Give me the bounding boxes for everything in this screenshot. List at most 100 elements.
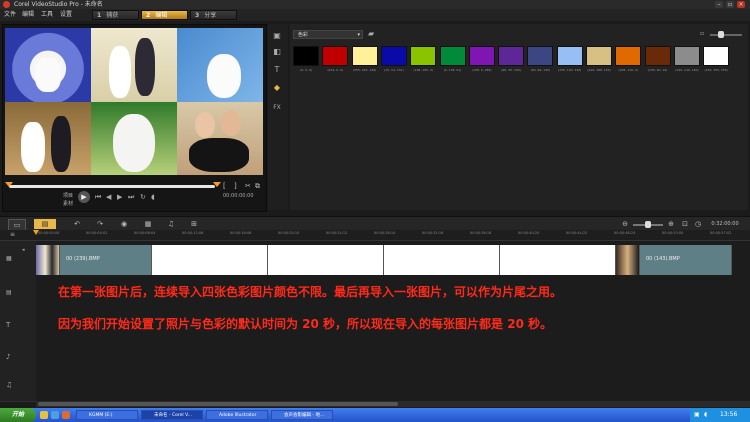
minimize-icon[interactable]: – [715, 1, 723, 8]
color-swatch[interactable] [380, 46, 407, 66]
category-value: 色彩 [298, 32, 309, 38]
ruler-tick-label: 00:00:20:10 [278, 231, 300, 235]
undo-icon[interactable]: ↶ [72, 219, 82, 229]
timeline-toolbar: ▭ ▤ ↶ ↷ ◉ ▦ ♫ ⊞ ⊖ ⊕ ⊡ ◷ 0:32:00:00 [0, 216, 750, 231]
volume-tray-icon[interactable]: ◖ [704, 411, 707, 418]
home-icon[interactable]: ⏮ [95, 193, 101, 202]
auto-music-icon[interactable]: ♫ [165, 219, 177, 229]
video-track-header[interactable]: ▦ ◂ [0, 241, 36, 276]
record-icon[interactable]: ◉ [118, 219, 130, 229]
play-icon[interactable]: ▶ [78, 191, 90, 203]
mode-project[interactable]: 项目 [63, 192, 73, 199]
zoom-slider-thumb[interactable] [718, 31, 724, 38]
image-clip[interactable]: 00 (143).BMP [640, 245, 732, 275]
title-track-header[interactable]: T [0, 309, 36, 344]
menu-edit[interactable]: 编辑 [22, 9, 34, 21]
filter-icon[interactable]: FX [271, 102, 283, 113]
title-icon[interactable]: T [271, 64, 283, 75]
task-videostudio[interactable]: 未命名 - Corel V... [141, 410, 203, 420]
color-clip[interactable] [500, 245, 616, 275]
color-swatch[interactable] [498, 46, 525, 66]
ruler-tick-label: 00:00:57:02 [710, 231, 732, 235]
timeline-zoom-thumb[interactable] [645, 221, 651, 228]
mark-in-icon[interactable]: [ [223, 182, 226, 190]
volume-icon[interactable]: ◖ [151, 193, 155, 201]
close-icon[interactable]: × [737, 1, 745, 8]
timeline-view-icon[interactable]: ▤ [34, 219, 56, 229]
menu-settings[interactable]: 设置 [60, 9, 72, 21]
scrubber-end-handle[interactable] [213, 182, 221, 187]
start-button[interactable]: 开始 [0, 408, 36, 422]
color-clip[interactable] [268, 245, 384, 275]
timeline-ruler[interactable]: ≡ 00:00:00:00 00:00:04:02 00:00:08:04 00:00… [0, 230, 750, 241]
mixer-icon[interactable]: ▦ [142, 219, 154, 229]
mark-out-icon[interactable]: ] [234, 182, 237, 190]
track-settings-icon[interactable]: ≡ [10, 231, 15, 238]
tab-share[interactable]: 3 分享 [190, 10, 237, 20]
ripple-icon[interactable]: ◂ [22, 247, 25, 253]
color-swatch[interactable] [527, 46, 554, 66]
color-clip[interactable] [152, 245, 268, 275]
start-label: 开始 [11, 411, 24, 418]
color-swatch[interactable] [586, 46, 612, 66]
media-icon[interactable]: ▣ [271, 30, 283, 41]
task-label: 未命名 - Corel V... [154, 413, 192, 418]
color-swatch[interactable] [703, 46, 730, 66]
color-swatch[interactable] [673, 46, 700, 66]
voice-track-header[interactable]: ♪ [0, 343, 36, 372]
menu-file[interactable]: 文件 [4, 9, 16, 21]
scrubber-track[interactable] [9, 185, 215, 188]
color-clip[interactable] [384, 245, 500, 275]
folder-icon[interactable]: ▰ [368, 29, 374, 38]
task-browser[interactable]: 会声会影编辑 - 地... [271, 410, 333, 420]
graphic-icon[interactable]: ◆ [271, 82, 283, 93]
task-explorer[interactable]: KGMM (E:) [76, 410, 138, 420]
task-illustrator[interactable]: Adobe Illustrator [206, 410, 268, 420]
color-swatch[interactable] [615, 46, 642, 66]
photo-clip-thumbnail[interactable] [616, 245, 640, 275]
category-dropdown[interactable]: 色彩 ▾ [293, 30, 363, 39]
color-swatch[interactable] [644, 46, 671, 66]
image-clip[interactable]: 00 (239).BMP [60, 245, 152, 275]
color-swatch[interactable] [293, 46, 319, 66]
next-frame-icon[interactable]: ▶ [117, 193, 122, 201]
timeline-scrollbar[interactable] [36, 401, 750, 407]
end-icon[interactable]: ⏭ [128, 193, 134, 202]
zoom-out-icon[interactable]: ⊖ [620, 219, 630, 229]
music-track-header[interactable]: ♫ [0, 371, 36, 402]
mode-clip[interactable]: 素材 [63, 200, 73, 207]
color-swatch[interactable] [468, 46, 495, 66]
zoom-in-icon[interactable]: ⊕ [666, 219, 676, 229]
fit-icon[interactable]: ⊡ [680, 219, 690, 229]
redo-icon[interactable]: ↷ [95, 219, 105, 229]
split-icon[interactable]: ✂ [245, 182, 251, 190]
swatch-label: (105, 40, 10) [647, 68, 668, 72]
tab-capture[interactable]: 1 捕获 [92, 10, 139, 20]
color-swatch[interactable] [410, 46, 437, 66]
maximize-icon[interactable]: ▫ [726, 1, 734, 8]
timecode-display[interactable]: 00:00:00:00 [223, 193, 254, 199]
quick-launch-icon[interactable] [51, 411, 59, 419]
photo-tile [177, 102, 263, 175]
quick-launch-icon[interactable] [40, 411, 48, 419]
previous-frame-icon[interactable]: ◀ [106, 193, 111, 201]
color-swatch[interactable] [351, 46, 378, 66]
tab-edit[interactable]: 2 编辑 [141, 10, 188, 20]
photo-clip-thumbnail[interactable] [36, 245, 60, 275]
color-swatch[interactable] [322, 46, 349, 66]
scrollbar-thumb[interactable] [38, 402, 398, 406]
color-swatch[interactable] [439, 46, 466, 66]
zoom-slider[interactable] [710, 34, 742, 36]
menu-tools[interactable]: 工具 [41, 9, 53, 21]
clock: 13:56 [720, 411, 738, 418]
repeat-icon[interactable]: ↻ [140, 193, 146, 201]
scrubber-start-handle[interactable] [5, 182, 13, 187]
enlarge-icon[interactable]: ⧉ [255, 182, 260, 191]
menu-bar: 文件 编辑 工具 设置 1 捕获 2 编辑 3 分享 [0, 9, 750, 21]
network-icon[interactable]: ▣ [694, 411, 700, 418]
quick-launch-icon[interactable] [62, 411, 70, 419]
color-swatch[interactable] [556, 46, 583, 66]
overlay-track-header[interactable]: ▤ [0, 275, 36, 310]
track-manager-icon[interactable]: ⊞ [188, 219, 200, 229]
transition-icon[interactable]: ◧ [271, 46, 283, 57]
